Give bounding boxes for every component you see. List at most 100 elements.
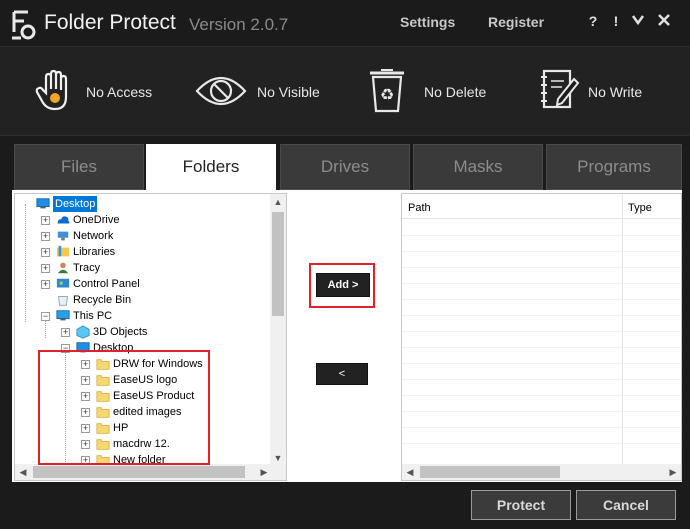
libraries-icon [56, 245, 70, 257]
close-button[interactable] [656, 13, 672, 31]
mode-no-delete[interactable]: ♻ No Delete [367, 47, 507, 137]
tree-item[interactable]: + Libraries [15, 244, 272, 260]
tree-item[interactable]: + Control Panel [15, 276, 272, 292]
row-divider [402, 347, 681, 348]
folder-icon [96, 407, 110, 418]
notebook-pen-icon [541, 69, 580, 109]
tab-bar: Files Folders Drives Masks Programs [12, 144, 682, 192]
tree-item[interactable]: + HP [15, 420, 272, 436]
tree-item[interactable]: + Network [15, 228, 272, 244]
expand-icon[interactable]: + [41, 232, 50, 241]
column-header-type[interactable]: Type [628, 202, 652, 214]
svg-text:♻: ♻ [380, 85, 394, 104]
recycle-bin-icon: ♻ [370, 69, 404, 113]
horizontal-scroll-thumb[interactable] [33, 466, 245, 478]
network-icon [57, 231, 69, 241]
tree-item[interactable]: + DRW for Windows [15, 356, 272, 372]
row-divider [402, 283, 681, 284]
tree-item[interactable]: Desktop [15, 196, 272, 212]
register-link[interactable]: Register [488, 14, 544, 30]
protected-folders-list[interactable]: Path Type ◀ ▶ [401, 193, 682, 481]
tree-item[interactable]: + Tracy [15, 260, 272, 276]
expand-icon[interactable]: + [41, 216, 50, 225]
expand-icon[interactable]: + [81, 408, 90, 417]
mode-no-visible[interactable]: No Visible [193, 47, 333, 137]
folder-icon [96, 391, 110, 402]
row-divider [402, 363, 681, 364]
expand-icon[interactable]: + [81, 360, 90, 369]
add-button[interactable]: Add > [316, 273, 370, 297]
row-divider [402, 235, 681, 236]
folder-icon [96, 375, 110, 386]
column-header-path[interactable]: Path [408, 202, 431, 214]
close-icon [658, 14, 670, 26]
tree-item-label: EaseUS logo [113, 374, 178, 386]
tab-masks[interactable]: Masks [413, 144, 543, 190]
info-button[interactable]: ! [608, 13, 624, 31]
tree-item-label: edited images [113, 406, 182, 418]
recycle-bin-icon [58, 296, 68, 306]
row-divider [402, 315, 681, 316]
tree-item[interactable]: + macdrw 12. [15, 436, 272, 452]
expand-icon[interactable]: + [81, 440, 90, 449]
title-bar: Folder Protect Version 2.0.7 Settings Re… [0, 0, 690, 46]
tree-item[interactable]: + edited images [15, 404, 272, 420]
desktop-icon [36, 198, 50, 209]
tree-item-label: 3D Objects [93, 326, 148, 338]
tree-item-label: macdrw 12. [113, 438, 170, 450]
tree-item[interactable]: +3D Objects [15, 324, 272, 340]
tree-item[interactable]: − This PC [15, 308, 272, 324]
help-button[interactable]: ? [585, 13, 601, 31]
expand-icon[interactable]: + [41, 280, 50, 289]
tree-item-label: OneDrive [73, 214, 120, 226]
settings-link[interactable]: Settings [400, 14, 455, 30]
mode-no-write[interactable]: No Write [538, 47, 678, 137]
tab-drives[interactable]: Drives [280, 144, 410, 190]
scrollbar-corner [270, 464, 286, 480]
scroll-right-icon[interactable]: ▶ [665, 464, 681, 480]
tab-programs[interactable]: Programs [546, 144, 682, 190]
user-icon [57, 262, 69, 274]
protect-button[interactable]: Protect [471, 490, 571, 520]
tree-item[interactable]: + EaseUS Product [15, 388, 272, 404]
tree-item[interactable]: Recycle Bin [15, 292, 272, 308]
expand-icon[interactable]: + [81, 376, 90, 385]
app-logo-icon [12, 10, 36, 40]
list-horizontal-scrollbar[interactable]: ◀ ▶ [402, 464, 681, 480]
vertical-scrollbar[interactable]: ▲ ▼ [270, 194, 286, 466]
expand-icon[interactable]: + [81, 424, 90, 433]
app-version: Version 2.0.7 [189, 15, 289, 34]
tree-item[interactable]: − Desktop [15, 340, 272, 356]
collapse-icon[interactable]: − [41, 312, 50, 321]
row-divider [402, 331, 681, 332]
tree-item-label: Desktop [53, 196, 98, 212]
tree-item[interactable]: + OneDrive [15, 212, 272, 228]
remove-button[interactable]: < Remove [316, 363, 368, 400]
folder-tree[interactable]: Desktop + OneDrive + Network + Libraries + Tracy… [14, 193, 287, 481]
tree-item-label: This PC [73, 310, 113, 322]
tab-files[interactable]: Files [14, 144, 144, 190]
folder-tree-viewport: Desktop + OneDrive + Network + Libraries + Tracy… [15, 194, 272, 466]
expand-icon[interactable]: + [81, 392, 90, 401]
eye-slash-icon [195, 76, 247, 106]
scroll-left-icon[interactable]: ◀ [402, 464, 418, 480]
expand-icon[interactable]: + [41, 264, 50, 273]
expand-icon[interactable]: + [41, 248, 50, 257]
cancel-button[interactable]: Cancel [576, 490, 676, 520]
vertical-scroll-thumb[interactable] [272, 212, 284, 316]
expand-icon[interactable]: + [61, 328, 70, 337]
tree-item-label: HP [113, 422, 129, 434]
horizontal-scrollbar[interactable]: ◀ ▶ [15, 464, 272, 480]
list-horizontal-scroll-thumb[interactable] [420, 466, 560, 478]
tree-item[interactable]: + EaseUS logo [15, 372, 272, 388]
list-header: Path Type [402, 194, 681, 219]
row-divider [402, 379, 681, 380]
protection-mode-bar: No Access No Visible ♻ No Delete No Writ… [0, 46, 690, 136]
mode-no-access[interactable]: No Access [30, 47, 180, 137]
minimize-button[interactable] [630, 13, 646, 31]
tab-folders[interactable]: Folders [146, 144, 276, 192]
scroll-up-icon[interactable]: ▲ [270, 194, 286, 210]
scroll-left-icon[interactable]: ◀ [15, 464, 31, 480]
collapse-icon[interactable]: − [61, 344, 70, 353]
control-panel-icon [56, 278, 70, 288]
